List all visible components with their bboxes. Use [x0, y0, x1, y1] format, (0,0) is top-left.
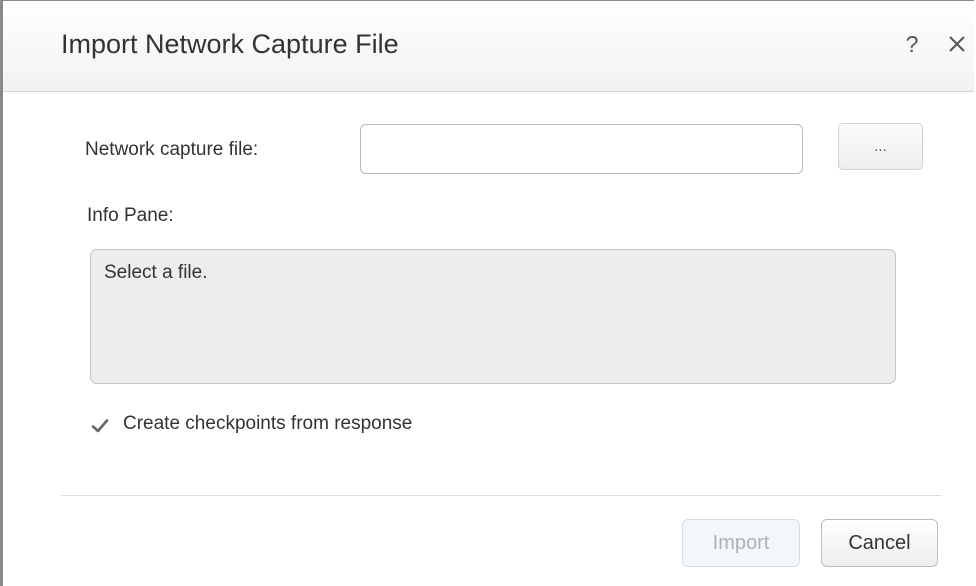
browse-button[interactable]: ...	[838, 123, 923, 170]
dialog-titlebar: Import Network Capture File ?	[3, 1, 974, 92]
info-pane-text: Select a file.	[104, 262, 208, 283]
checkpoints-label[interactable]: Create checkpoints from response	[123, 412, 412, 436]
cancel-button[interactable]: Cancel	[821, 519, 938, 567]
help-button[interactable]: ?	[901, 29, 923, 59]
footer-divider	[61, 495, 941, 496]
checkmark-icon	[91, 419, 109, 433]
import-button[interactable]: Import	[682, 519, 800, 567]
checkpoints-checkbox[interactable]	[88, 414, 112, 438]
close-icon[interactable]	[945, 29, 969, 59]
dialog-title: Import Network Capture File	[61, 29, 399, 59]
file-path-input[interactable]	[360, 124, 803, 174]
file-label: Network capture file:	[85, 139, 259, 160]
info-pane-label: Info Pane:	[87, 205, 174, 226]
info-pane: Select a file.	[90, 249, 896, 384]
import-dialog: Import Network Capture File ? Network ca…	[0, 0, 974, 586]
